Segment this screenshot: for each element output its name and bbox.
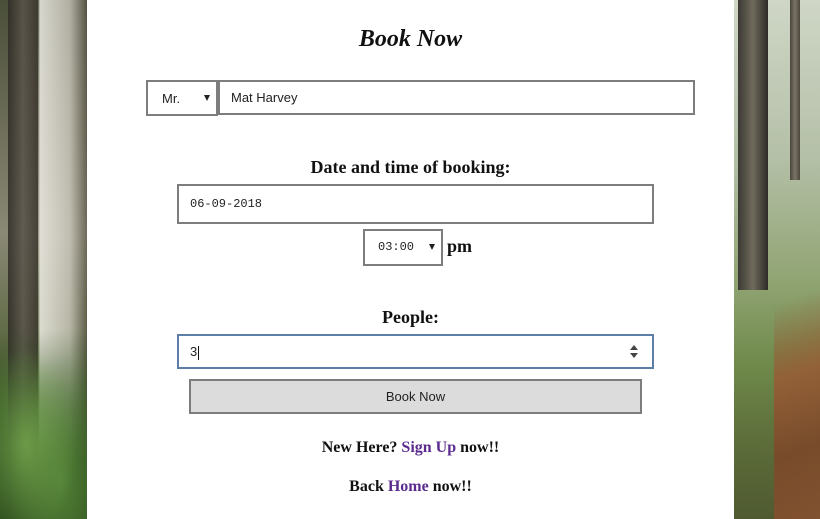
booking-card: Book Now Mr. Mat Harvey Date and time of… <box>87 0 734 519</box>
people-value: 3 <box>190 344 198 359</box>
home-suffix: now!! <box>432 478 472 495</box>
text-cursor <box>198 345 200 360</box>
spinner-up-icon[interactable] <box>630 345 638 350</box>
salutation-value: Mr. <box>162 91 181 106</box>
time-select[interactable]: 03:00 <box>363 229 443 266</box>
book-now-button[interactable]: Book Now <box>189 379 642 414</box>
home-link[interactable]: Home <box>388 478 429 495</box>
home-prefix: Back <box>349 478 384 495</box>
signup-prefix: New Here? <box>321 439 398 456</box>
time-suffix: pm <box>447 236 473 256</box>
home-line: Back Home now!! <box>87 478 734 496</box>
forest-background-left <box>0 0 87 519</box>
date-time-label: Date and time of booking: <box>310 157 511 177</box>
chevron-down-icon <box>204 95 210 101</box>
signup-line: New Here? Sign Up now!! <box>87 439 734 457</box>
forest-trunk <box>790 0 800 180</box>
signup-link[interactable]: Sign Up <box>401 439 456 456</box>
chevron-down-icon <box>429 244 435 250</box>
forest-background-right <box>734 0 820 519</box>
name-input[interactable]: Mat Harvey <box>218 80 695 115</box>
people-number-input[interactable]: 3 <box>177 334 654 369</box>
date-input[interactable]: 06-09-2018 <box>177 184 654 224</box>
page-title: Book Now <box>358 26 463 52</box>
number-spinner-icon[interactable] <box>630 345 638 358</box>
people-label: People: <box>382 307 439 327</box>
time-value: 03:00 <box>378 240 415 254</box>
signup-suffix: now!! <box>460 439 500 456</box>
spinner-down-icon[interactable] <box>630 353 638 358</box>
salutation-select[interactable]: Mr. <box>146 80 218 116</box>
